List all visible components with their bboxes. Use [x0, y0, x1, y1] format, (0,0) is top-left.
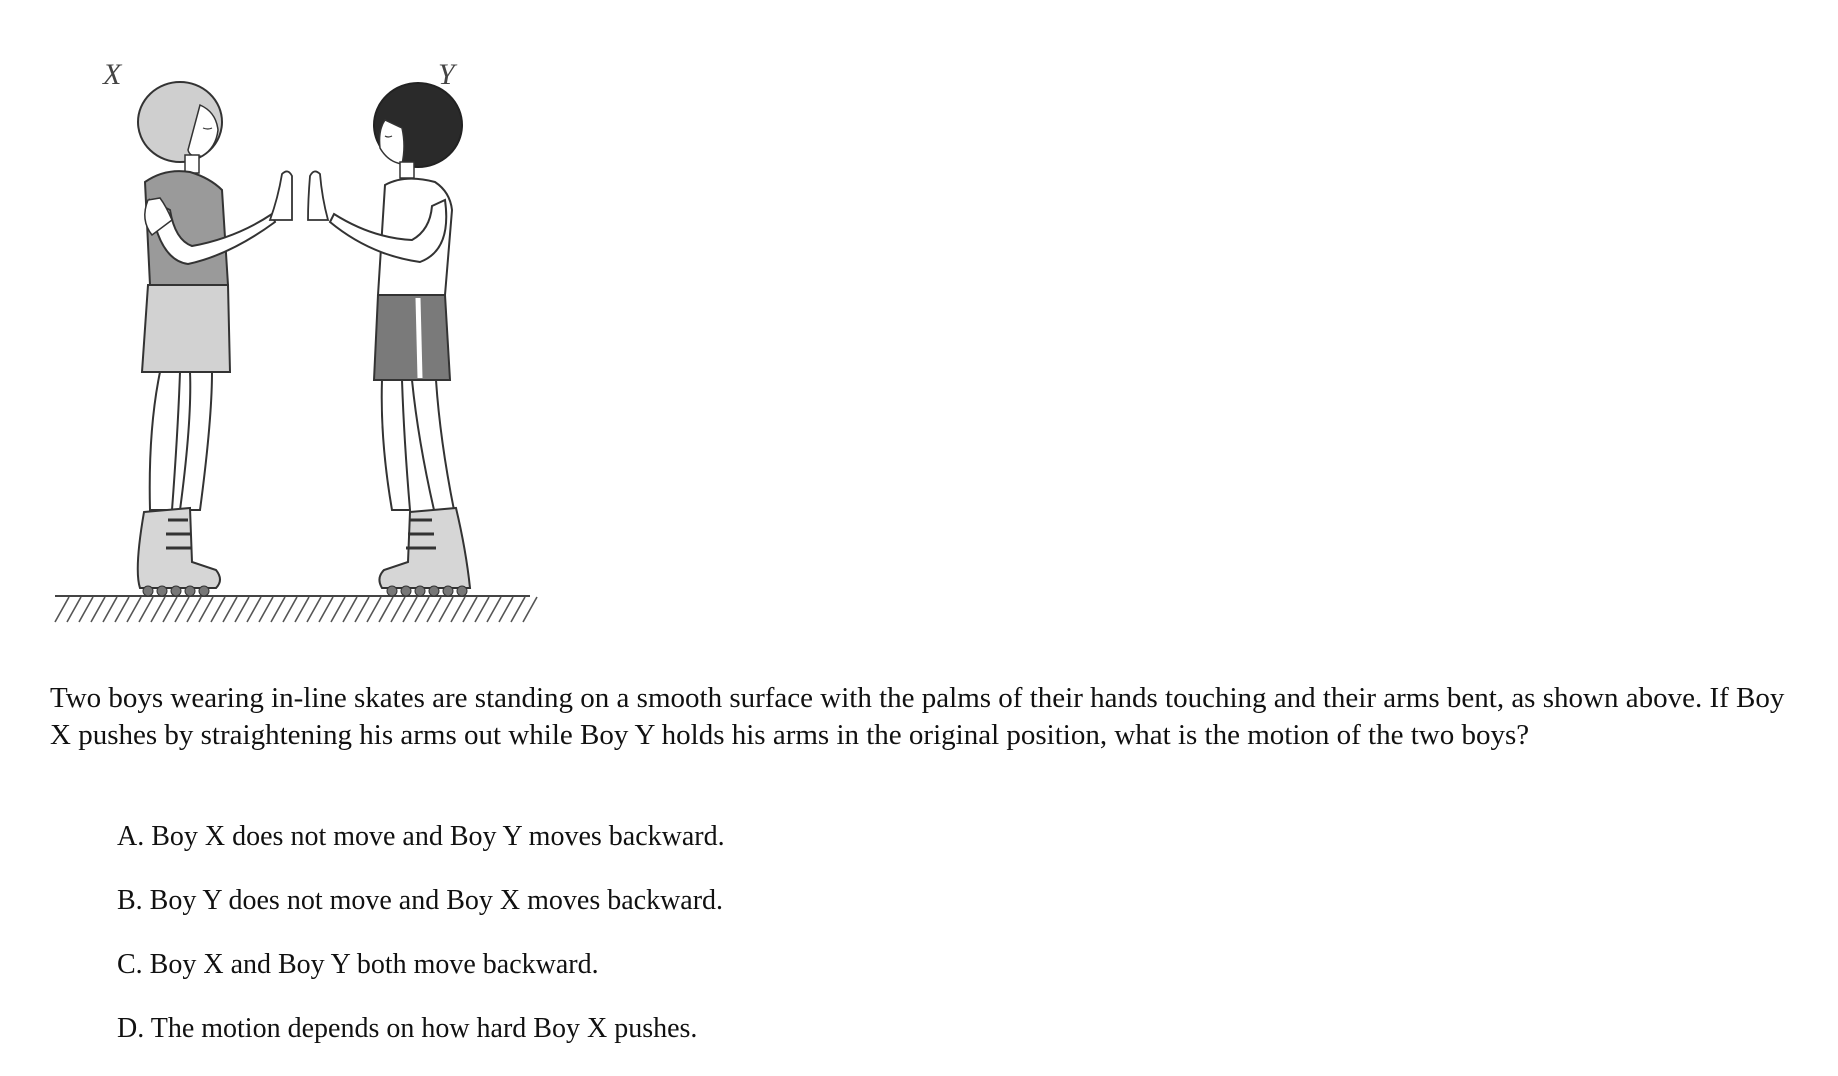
question-text: Two boys wearing in-line skates are stan… — [50, 682, 1785, 751]
answer-choices: A. Boy X does not move and Boy Y moves b… — [117, 820, 1117, 1076]
choice-b[interactable]: B. Boy Y does not move and Boy X moves b… — [117, 884, 1117, 948]
boy-y-figure — [328, 82, 472, 597]
choice-a[interactable]: A. Boy X does not move and Boy Y moves b… — [117, 820, 1117, 884]
boy-x-figure — [136, 81, 277, 597]
ground — [54, 595, 538, 623]
choice-d[interactable]: D. The motion depends on how hard Boy X … — [117, 1012, 1117, 1076]
choice-c[interactable]: C. Boy X and Boy Y both move backward. — [117, 948, 1117, 1012]
boy-x-label: X — [103, 58, 122, 91]
skaters-figure: X Y — [40, 50, 540, 650]
skaters-illustration — [54, 81, 538, 623]
boy-y-label: Y — [438, 58, 455, 91]
touching-hands — [268, 170, 330, 221]
